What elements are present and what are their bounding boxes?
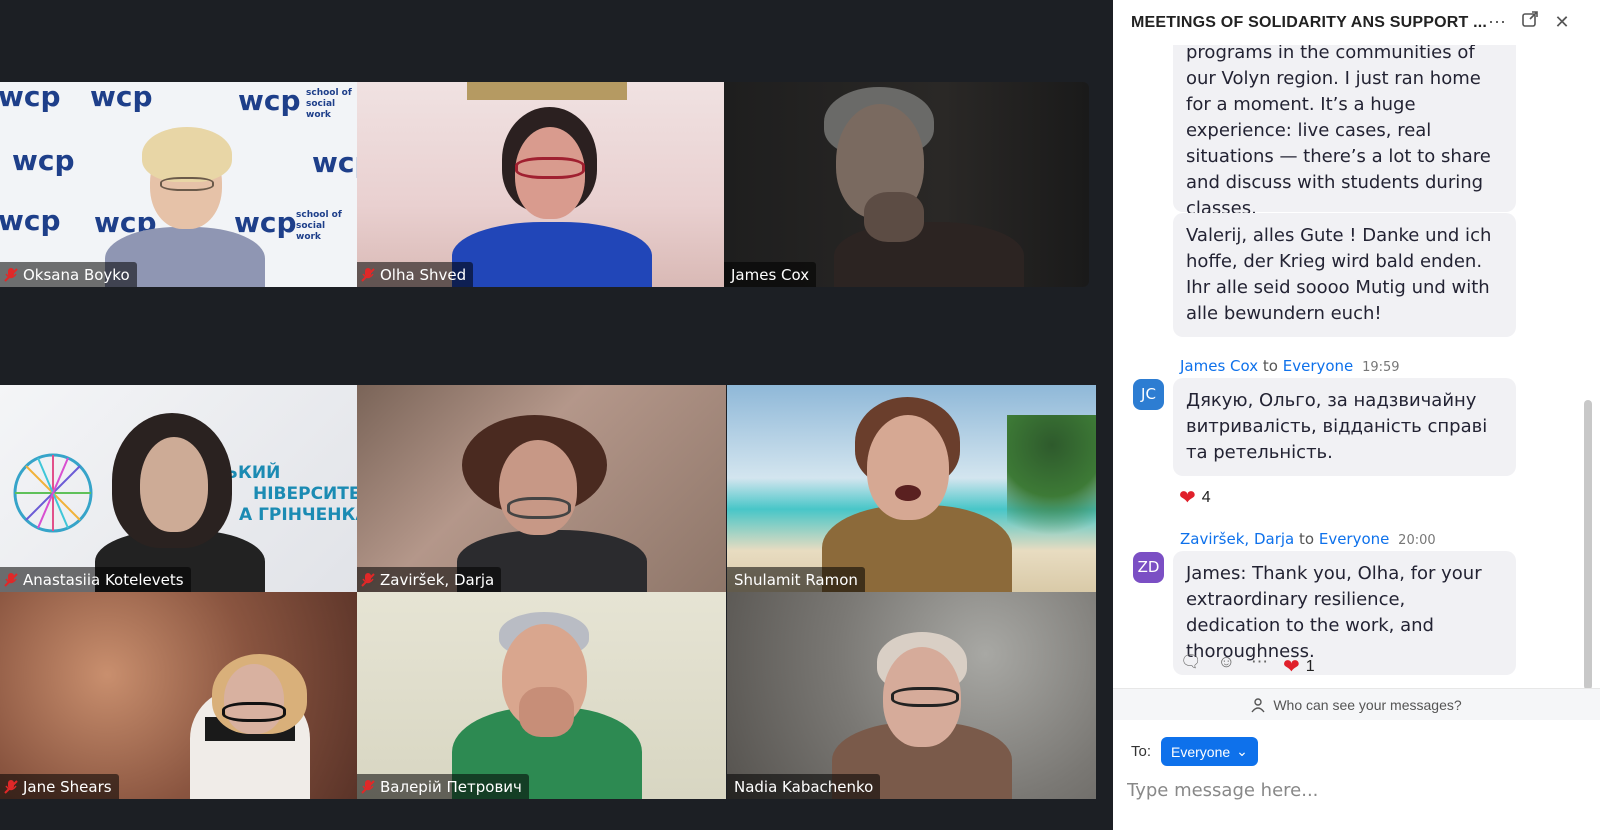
chat-message-bubble: Дякую, Ольго, за надзвичайну витриваліст… <box>1173 378 1516 476</box>
video-tile[interactable]: Olha Shved <box>357 82 724 287</box>
backdrop-logo: wcp <box>0 82 61 113</box>
chat-message-text: Дякую, Ольго, за надзвичайну витриваліст… <box>1186 390 1488 463</box>
backdrop-logo: wcp <box>234 206 297 239</box>
video-gallery: wcp wcp wcp school of social work wcp wc… <box>0 0 1113 830</box>
participant-name-tag: Zaviršek, Darja <box>357 567 502 592</box>
chevron-down-icon: ⌄ <box>1236 743 1248 759</box>
sender-name[interactable]: Zaviršek, Darja <box>1180 530 1294 548</box>
backdrop-text: НІВЕРСИТЕТ <box>253 484 357 504</box>
backdrop-text: А ГРІНЧЕНКА <box>239 505 357 525</box>
backdrop-logo: wcp <box>12 144 75 177</box>
message-time: 19:59 <box>1362 360 1400 375</box>
participant-name: Shulamit Ramon <box>734 570 858 589</box>
muted-mic-icon <box>4 572 18 587</box>
more-options-icon[interactable]: ⋯ <box>1251 652 1268 672</box>
participant-name: James Cox <box>731 265 810 284</box>
participant-name-tag: Shulamit Ramon <box>727 567 865 592</box>
who-can-see-messages-link[interactable]: Who can see your messages? <box>1113 688 1600 720</box>
chat-message-text: Valerij, alles Gute ! Danke und ich hoff… <box>1186 225 1492 324</box>
muted-mic-icon <box>4 267 18 282</box>
participant-name-tag: Jane Shears <box>0 774 119 799</box>
video-tile[interactable]: ЬКИЙ НІВЕРСИТЕТ А ГРІНЧЕНКА Anastasiia K… <box>0 385 357 592</box>
chat-message-bubble: Valerij, alles Gute ! Danke und ich hoff… <box>1173 213 1516 337</box>
reaction-chip[interactable]: ❤ 1 <box>1283 657 1315 677</box>
participant-name-tag: Nadia Kabachenko <box>727 774 881 799</box>
backdrop-logo: wcp <box>0 204 61 237</box>
video-tile[interactable]: Zaviršek, Darja <box>357 385 726 592</box>
recipient-dropdown[interactable]: Everyone ⌄ <box>1161 737 1258 766</box>
chat-message-text: programs in the communities of our Volyn… <box>1186 45 1491 219</box>
participant-name: Anastasiia Kotelevets <box>23 570 184 589</box>
participant-name: Olha Shved <box>380 265 467 284</box>
more-icon[interactable]: ⋯ <box>1485 10 1509 34</box>
participant-name-tag: Валерій Петрович <box>357 774 529 799</box>
avatar-initials: ZD <box>1137 558 1160 576</box>
chat-message-text: James: Thank you, Olha, for your extraor… <box>1186 563 1482 662</box>
pop-out-icon[interactable] <box>1518 10 1542 34</box>
video-tile[interactable]: wcp wcp wcp school of social work wcp wc… <box>0 82 357 287</box>
avatar: JC <box>1133 379 1164 410</box>
recipient-value: Everyone <box>1171 743 1231 760</box>
participant-name: Nadia Kabachenko <box>734 777 874 796</box>
participant-name-tag: Olha Shved <box>357 262 474 287</box>
heart-icon: ❤ <box>1179 487 1196 509</box>
to-label: To: <box>1131 743 1152 760</box>
to-word: to <box>1262 357 1278 375</box>
recipient-name[interactable]: Everyone <box>1319 530 1390 548</box>
backdrop-logo: wcp <box>312 146 357 179</box>
chat-panel: programs in the communities of our Volyn… <box>1113 0 1600 830</box>
reaction-count: 4 <box>1201 489 1211 506</box>
chat-header: MEETINGS OF SOLIDARITY ANS SUPPORT ... ⋯… <box>1113 0 1600 45</box>
chat-title: MEETINGS OF SOLIDARITY ANS SUPPORT ... <box>1131 13 1488 31</box>
who-can-see-text: Who can see your messages? <box>1273 696 1462 713</box>
participant-name-tag: James Cox <box>724 262 817 287</box>
muted-mic-icon <box>4 779 18 794</box>
reaction-count: 1 <box>1305 658 1315 675</box>
video-tile[interactable]: Валерій Петрович <box>357 592 726 799</box>
avatar-initials: JC <box>1141 385 1156 403</box>
muted-mic-icon <box>361 572 375 587</box>
add-reaction-icon[interactable]: ☺ <box>1218 652 1235 672</box>
university-logo-icon <box>13 453 93 533</box>
video-tile[interactable]: Nadia Kabachenko <box>727 592 1096 799</box>
video-tile[interactable]: Shulamit Ramon <box>727 385 1096 592</box>
participant-name: Zaviršek, Darja <box>380 570 495 589</box>
reaction-chip[interactable]: ❤ 4 <box>1179 488 1211 508</box>
participant-name: Валерій Петрович <box>380 777 522 796</box>
participant-name-tag: Anastasiia Kotelevets <box>0 567 191 592</box>
recipient-row: To: Everyone ⌄ <box>1131 737 1258 766</box>
chat-message-list[interactable]: programs in the communities of our Volyn… <box>1113 45 1600 688</box>
video-tile[interactable]: James Cox <box>724 82 1089 287</box>
backdrop-logo: wcp <box>238 84 301 117</box>
heart-icon: ❤ <box>1283 656 1300 678</box>
close-icon[interactable]: ✕ <box>1550 10 1574 34</box>
chat-scrollbar[interactable] <box>1584 400 1592 690</box>
backdrop-logo-sub: school of social work <box>296 210 342 242</box>
recipient-name[interactable]: Everyone <box>1283 357 1354 375</box>
sender-name[interactable]: James Cox <box>1180 357 1258 375</box>
avatar: ZD <box>1133 552 1164 583</box>
message-actions: 🗨 ☺ ⋯ <box>1180 652 1268 672</box>
message-time: 20:00 <box>1398 533 1436 548</box>
reply-icon[interactable]: 🗨 <box>1180 652 1202 672</box>
participant-name: Oksana Boyko <box>23 265 130 284</box>
muted-mic-icon <box>361 779 375 794</box>
participant-name-tag: Oksana Boyko <box>0 262 137 287</box>
backdrop-logo: wcp <box>90 82 153 113</box>
participant-name: Jane Shears <box>23 777 112 796</box>
to-word: to <box>1299 530 1315 548</box>
message-input[interactable] <box>1127 775 1567 805</box>
chat-message-meta: James Cox to Everyone 19:59 <box>1180 357 1400 375</box>
chat-message-meta: Zaviršek, Darja to Everyone 20:00 <box>1180 530 1436 548</box>
person-lock-icon <box>1251 697 1265 712</box>
backdrop-logo-sub: school of social work <box>306 88 352 120</box>
backdrop-text: ЬКИЙ <box>225 463 281 483</box>
chat-message-bubble: programs in the communities of our Volyn… <box>1173 45 1516 219</box>
video-tile[interactable]: Jane Shears <box>0 592 357 799</box>
muted-mic-icon <box>361 267 375 282</box>
